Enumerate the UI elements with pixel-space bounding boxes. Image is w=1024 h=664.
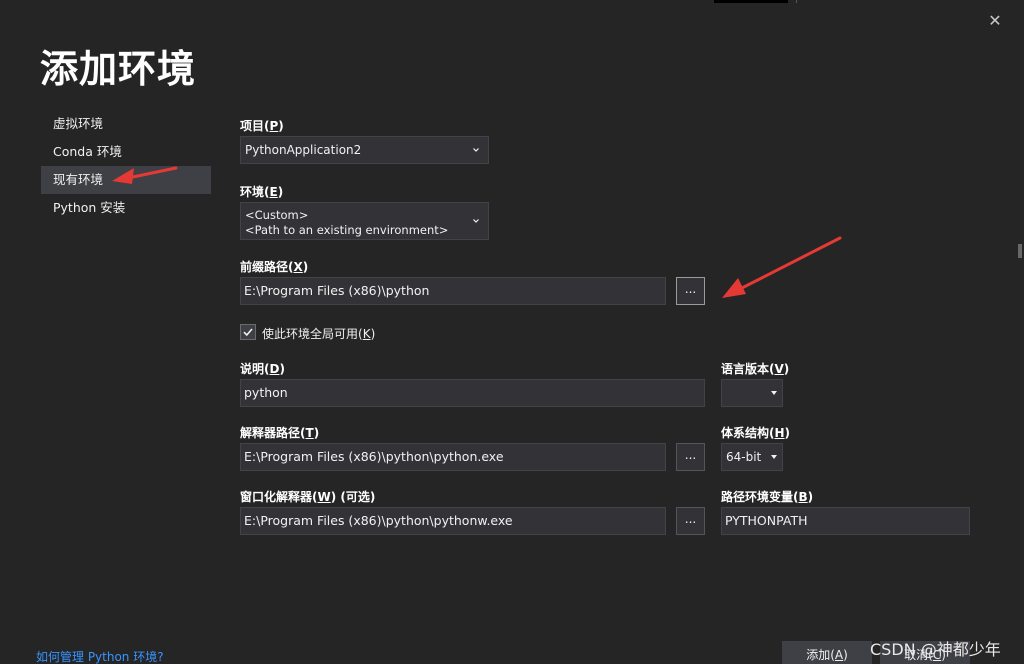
interpreter-path-browse-button[interactable]: ... bbox=[676, 443, 705, 471]
annotation-arrow-browse bbox=[722, 236, 842, 298]
prefix-path-input[interactable]: E:\Program Files (x86)\python bbox=[240, 277, 666, 305]
prefix-path-label: 前缀路径(X) bbox=[240, 260, 309, 274]
path-env-var-label: 路径环境变量(B) bbox=[721, 490, 814, 504]
environment-value-line1: <Custom> bbox=[245, 208, 309, 222]
title-bar-divider bbox=[796, 0, 797, 3]
windowed-interpreter-input[interactable]: E:\Program Files (x86)\python\pythonw.ex… bbox=[240, 507, 666, 535]
environment-dropdown[interactable]: <Custom> <Path to an existing environmen… bbox=[240, 202, 489, 240]
global-checkbox-label: 使此环境全局可用(K) bbox=[262, 327, 376, 341]
project-dropdown[interactable]: PythonApplication2 bbox=[240, 136, 489, 164]
close-icon[interactable]: ✕ bbox=[984, 10, 1006, 32]
language-version-dropdown[interactable] bbox=[721, 379, 783, 407]
windowed-interpreter-browse-button[interactable]: ... bbox=[676, 507, 705, 535]
windowed-interpreter-label: 窗口化解释器(W) (可选) bbox=[240, 490, 376, 504]
description-input[interactable]: python bbox=[240, 379, 705, 407]
path-env-var-input[interactable]: PYTHONPATH bbox=[721, 507, 970, 535]
sidebar-nav: 虚拟环境 Conda 环境 现有环境 Python 安装 bbox=[41, 110, 211, 222]
help-link[interactable]: 如何管理 Python 环境? bbox=[36, 648, 164, 664]
project-label: 项目(P) bbox=[240, 119, 284, 133]
environment-value: <Custom> <Path to an existing environmen… bbox=[245, 208, 448, 238]
add-button[interactable]: 添加(A) bbox=[782, 641, 872, 664]
prefix-path-browse-button[interactable]: ... bbox=[676, 277, 705, 305]
dialog-title: 添加环境 bbox=[40, 47, 197, 91]
language-version-label: 语言版本(V) bbox=[721, 362, 790, 376]
architecture-value: 64-bit bbox=[726, 450, 762, 464]
architecture-label: 体系结构(H) bbox=[721, 426, 791, 440]
sidebar-item-conda-env[interactable]: Conda 环境 bbox=[41, 138, 211, 166]
chevron-down-icon bbox=[771, 391, 777, 395]
checkmark-icon bbox=[243, 328, 253, 337]
architecture-dropdown[interactable]: 64-bit bbox=[721, 443, 783, 471]
interpreter-path-input[interactable]: E:\Program Files (x86)\python\python.exe bbox=[240, 443, 666, 471]
chevron-down-icon bbox=[473, 219, 479, 223]
watermark: CSDN @神都少年 bbox=[870, 640, 1001, 659]
sidebar-item-python-install[interactable]: Python 安装 bbox=[41, 194, 211, 222]
sidebar-item-existing-env[interactable]: 现有环境 bbox=[41, 166, 211, 194]
title-bar-segment bbox=[714, 0, 788, 3]
interpreter-path-label: 解释器路径(T) bbox=[240, 426, 320, 440]
chevron-down-icon bbox=[473, 148, 479, 152]
description-label: 说明(D) bbox=[240, 362, 285, 376]
project-value: PythonApplication2 bbox=[245, 143, 362, 157]
sidebar-item-virtual-env[interactable]: 虚拟环境 bbox=[41, 110, 211, 138]
scrollbar-thumb[interactable] bbox=[1018, 244, 1022, 258]
environment-value-line2: <Path to an existing environment> bbox=[245, 223, 449, 237]
global-checkbox[interactable] bbox=[240, 324, 256, 340]
annotation-arrows bbox=[112, 166, 842, 298]
chevron-down-icon bbox=[771, 455, 777, 459]
environment-label: 环境(E) bbox=[240, 185, 284, 199]
